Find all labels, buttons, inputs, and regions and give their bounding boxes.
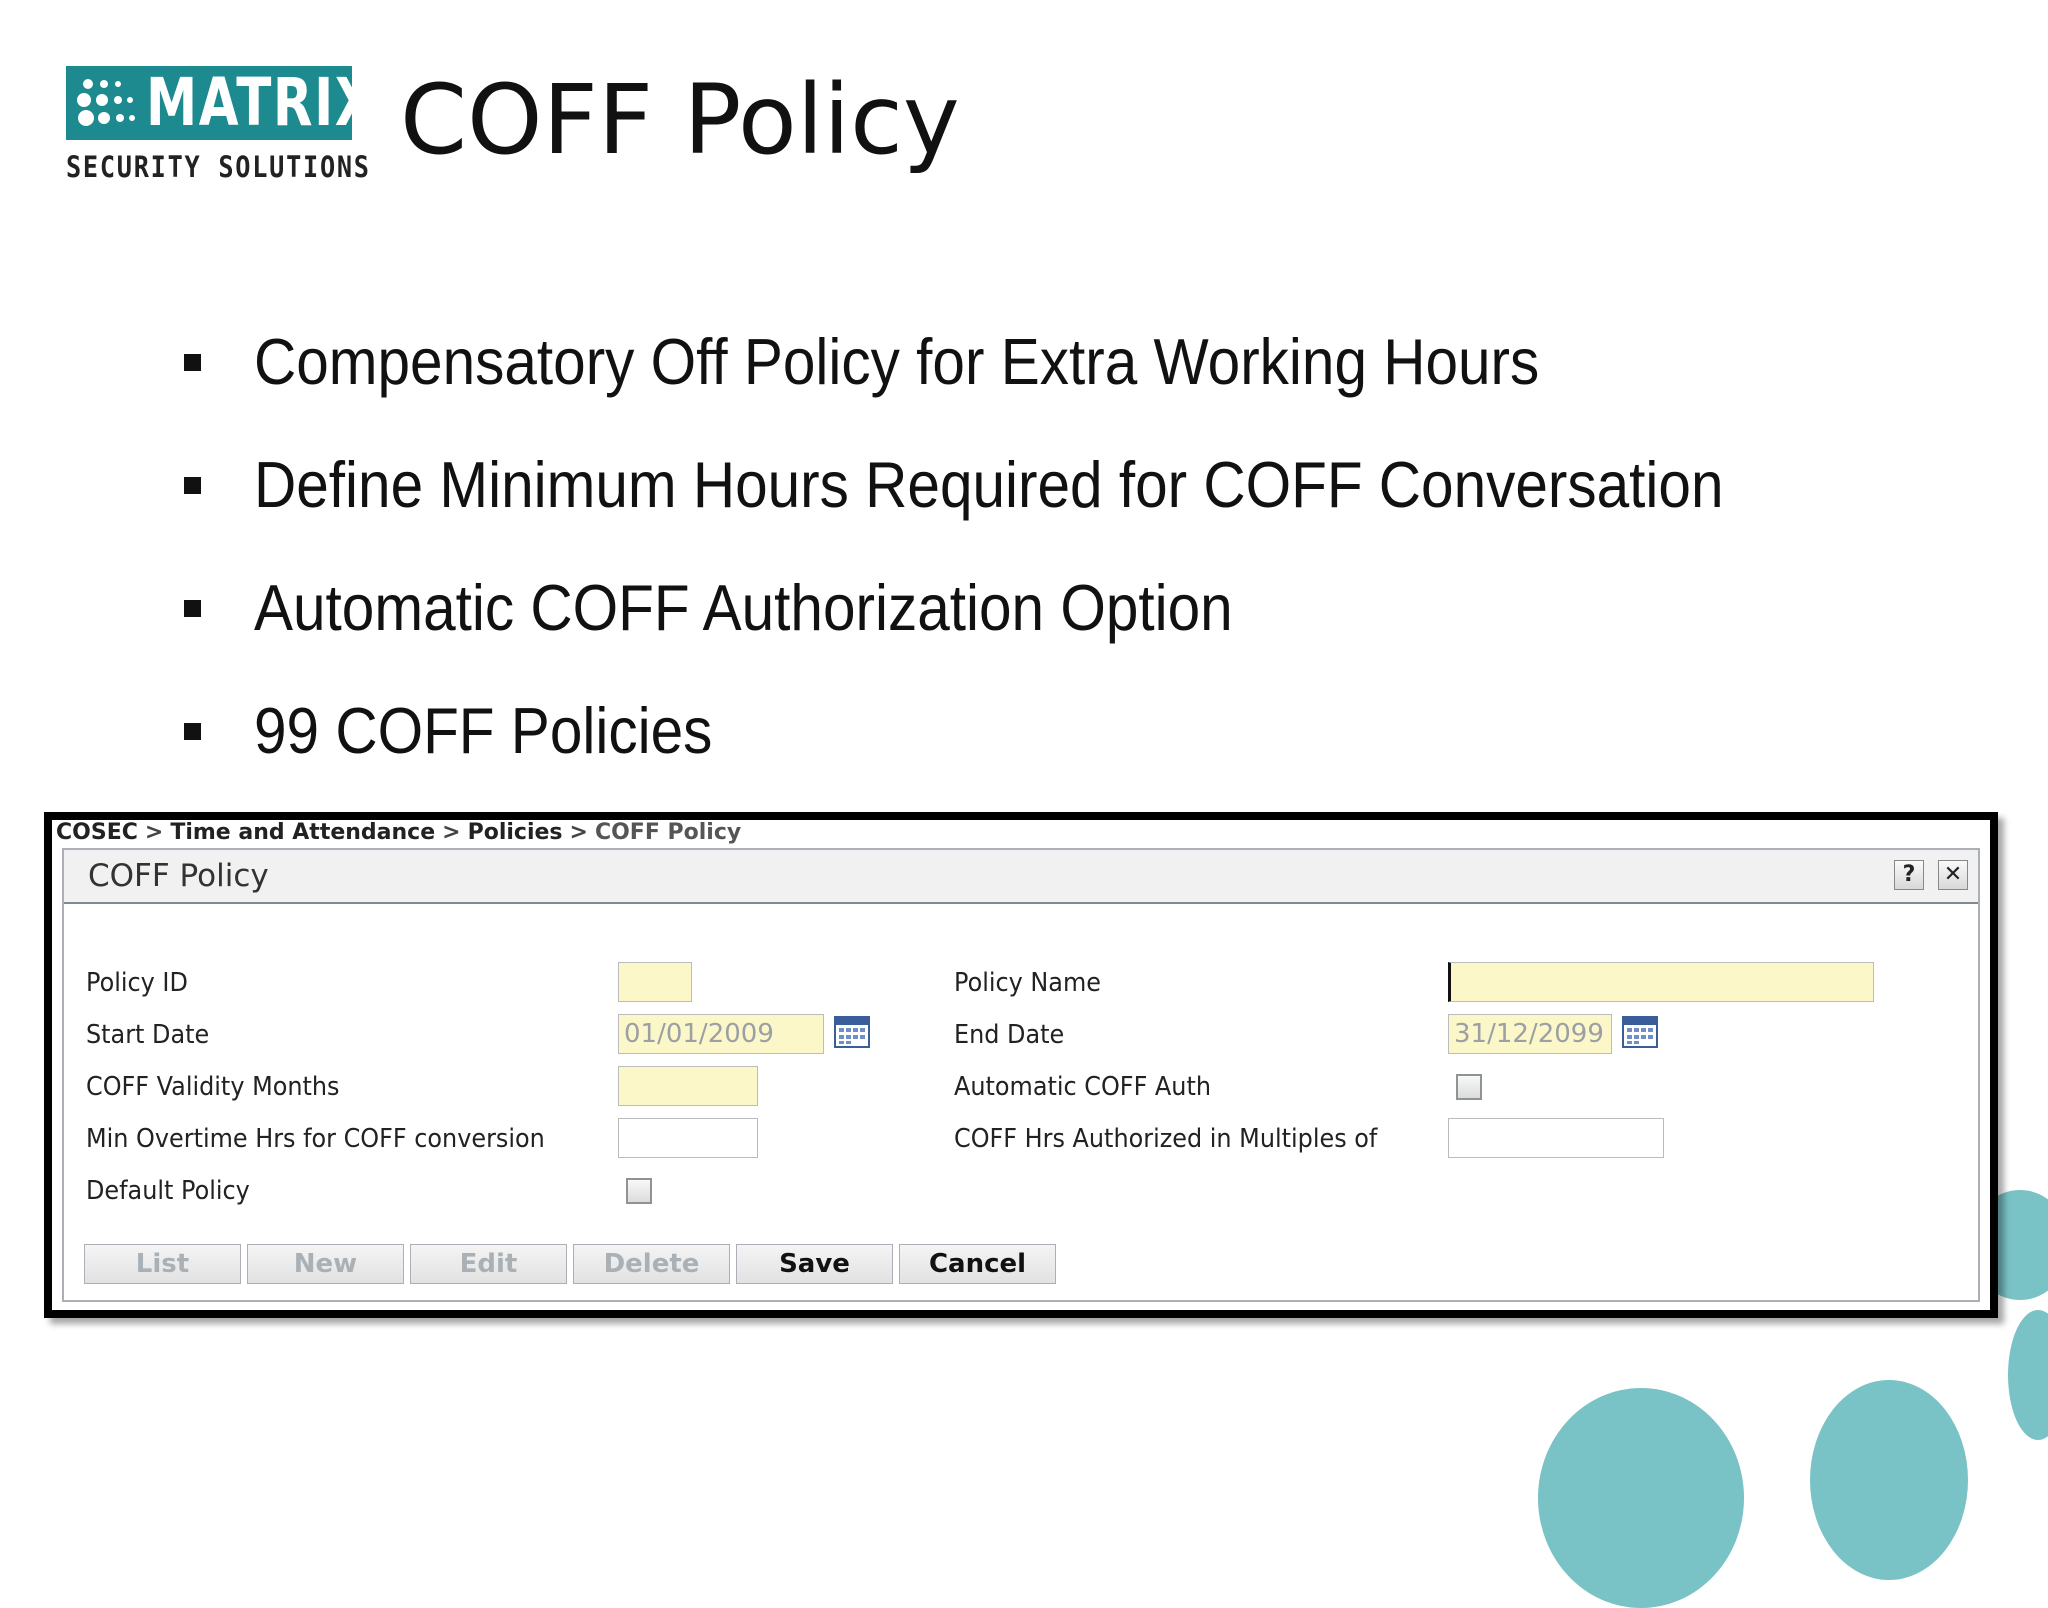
bullet-square-icon [184,353,201,371]
save-button[interactable]: Save [736,1244,893,1284]
policy-name-label: Policy Name [954,968,1101,998]
bullet-square-icon [184,599,201,617]
company-logo: MATRIX SECURITY SOLUTIONS [66,64,377,188]
close-button[interactable]: ✕ [1938,860,1968,890]
calendar-icon[interactable] [834,1016,870,1048]
end-date-field[interactable] [1448,1014,1612,1054]
breadcrumb: COSEC > Time and Attendance > Policies >… [56,820,741,846]
decor-dot [2008,1310,2048,1440]
bullet-list: Compensatory Off Policy for Extra Workin… [180,300,1887,792]
panel-title: COFF Policy [88,858,269,894]
policy-id-field[interactable] [618,962,692,1002]
coff-policy-panel: COFF Policy ? ✕ Policy ID Start Date COF… [62,848,1980,1302]
decor-dot [1538,1388,1744,1608]
breadcrumb-separator: > [442,820,461,845]
automatic-coff-auth-checkbox[interactable] [1456,1074,1482,1100]
breadcrumb-separator: > [144,820,164,845]
slide-title: COFF Policy [400,64,960,176]
bullet-square-icon [184,476,201,494]
logo-dots-icon [77,79,135,126]
action-button-row: List New Edit Delete Save Cancel [84,1244,1056,1284]
coff-multiples-field[interactable] [1448,1118,1664,1158]
bullet-item: Define Minimum Hours Required for COFF C… [180,423,1887,546]
default-policy-label: Default Policy [86,1176,250,1206]
bullet-item: 99 COFF Policies [180,669,1887,792]
new-button[interactable]: New [247,1244,404,1284]
app-screenshot: COSEC > Time and Attendance > Policies >… [44,812,1998,1318]
min-overtime-field[interactable] [618,1118,758,1158]
bullet-text: 99 COFF Policies [254,694,713,767]
end-date-label: End Date [954,1020,1065,1050]
edit-button[interactable]: Edit [410,1244,567,1284]
app-window: COSEC > Time and Attendance > Policies >… [52,820,1990,1310]
breadcrumb-item-cosec[interactable]: COSEC [56,820,138,846]
policy-name-field[interactable] [1448,962,1874,1002]
start-date-field[interactable] [618,1014,824,1054]
breadcrumb-item-time-attendance[interactable]: Time and Attendance [170,820,435,846]
breadcrumb-item-policies[interactable]: Policies [468,820,563,846]
min-overtime-label: Min Overtime Hrs for COFF conversion [86,1124,545,1154]
coff-multiples-label: COFF Hrs Authorized in Multiples of [954,1124,1378,1154]
cancel-button[interactable]: Cancel [899,1244,1056,1284]
delete-button[interactable]: Delete [573,1244,730,1284]
list-button[interactable]: List [84,1244,241,1284]
bullet-item: Automatic COFF Authorization Option [180,546,1887,669]
policy-id-label: Policy ID [86,968,188,998]
coff-validity-label: COFF Validity Months [86,1072,340,1102]
bullet-text: Define Minimum Hours Required for COFF C… [254,448,1724,521]
logo-box: MATRIX [66,64,377,141]
bullet-text: Compensatory Off Policy for Extra Workin… [254,325,1540,398]
decor-dot [1810,1380,1968,1580]
bullet-text: Automatic COFF Authorization Option [254,571,1233,644]
panel-header: COFF Policy ? ✕ [64,850,1978,904]
logo-wordmark: MATRIX [146,64,377,141]
automatic-coff-auth-label: Automatic COFF Auth [954,1072,1211,1102]
bullet-item: Compensatory Off Policy for Extra Workin… [180,300,1887,423]
calendar-icon[interactable] [1622,1016,1658,1048]
coff-validity-field[interactable] [618,1066,758,1106]
breadcrumb-item-coff-policy: COFF Policy [594,820,742,845]
default-policy-checkbox[interactable] [626,1178,652,1204]
start-date-label: Start Date [86,1020,210,1050]
help-button[interactable]: ? [1894,860,1924,890]
breadcrumb-separator: > [569,820,588,845]
logo-tagline: SECURITY SOLUTIONS [66,150,371,184]
bullet-square-icon [184,722,201,740]
